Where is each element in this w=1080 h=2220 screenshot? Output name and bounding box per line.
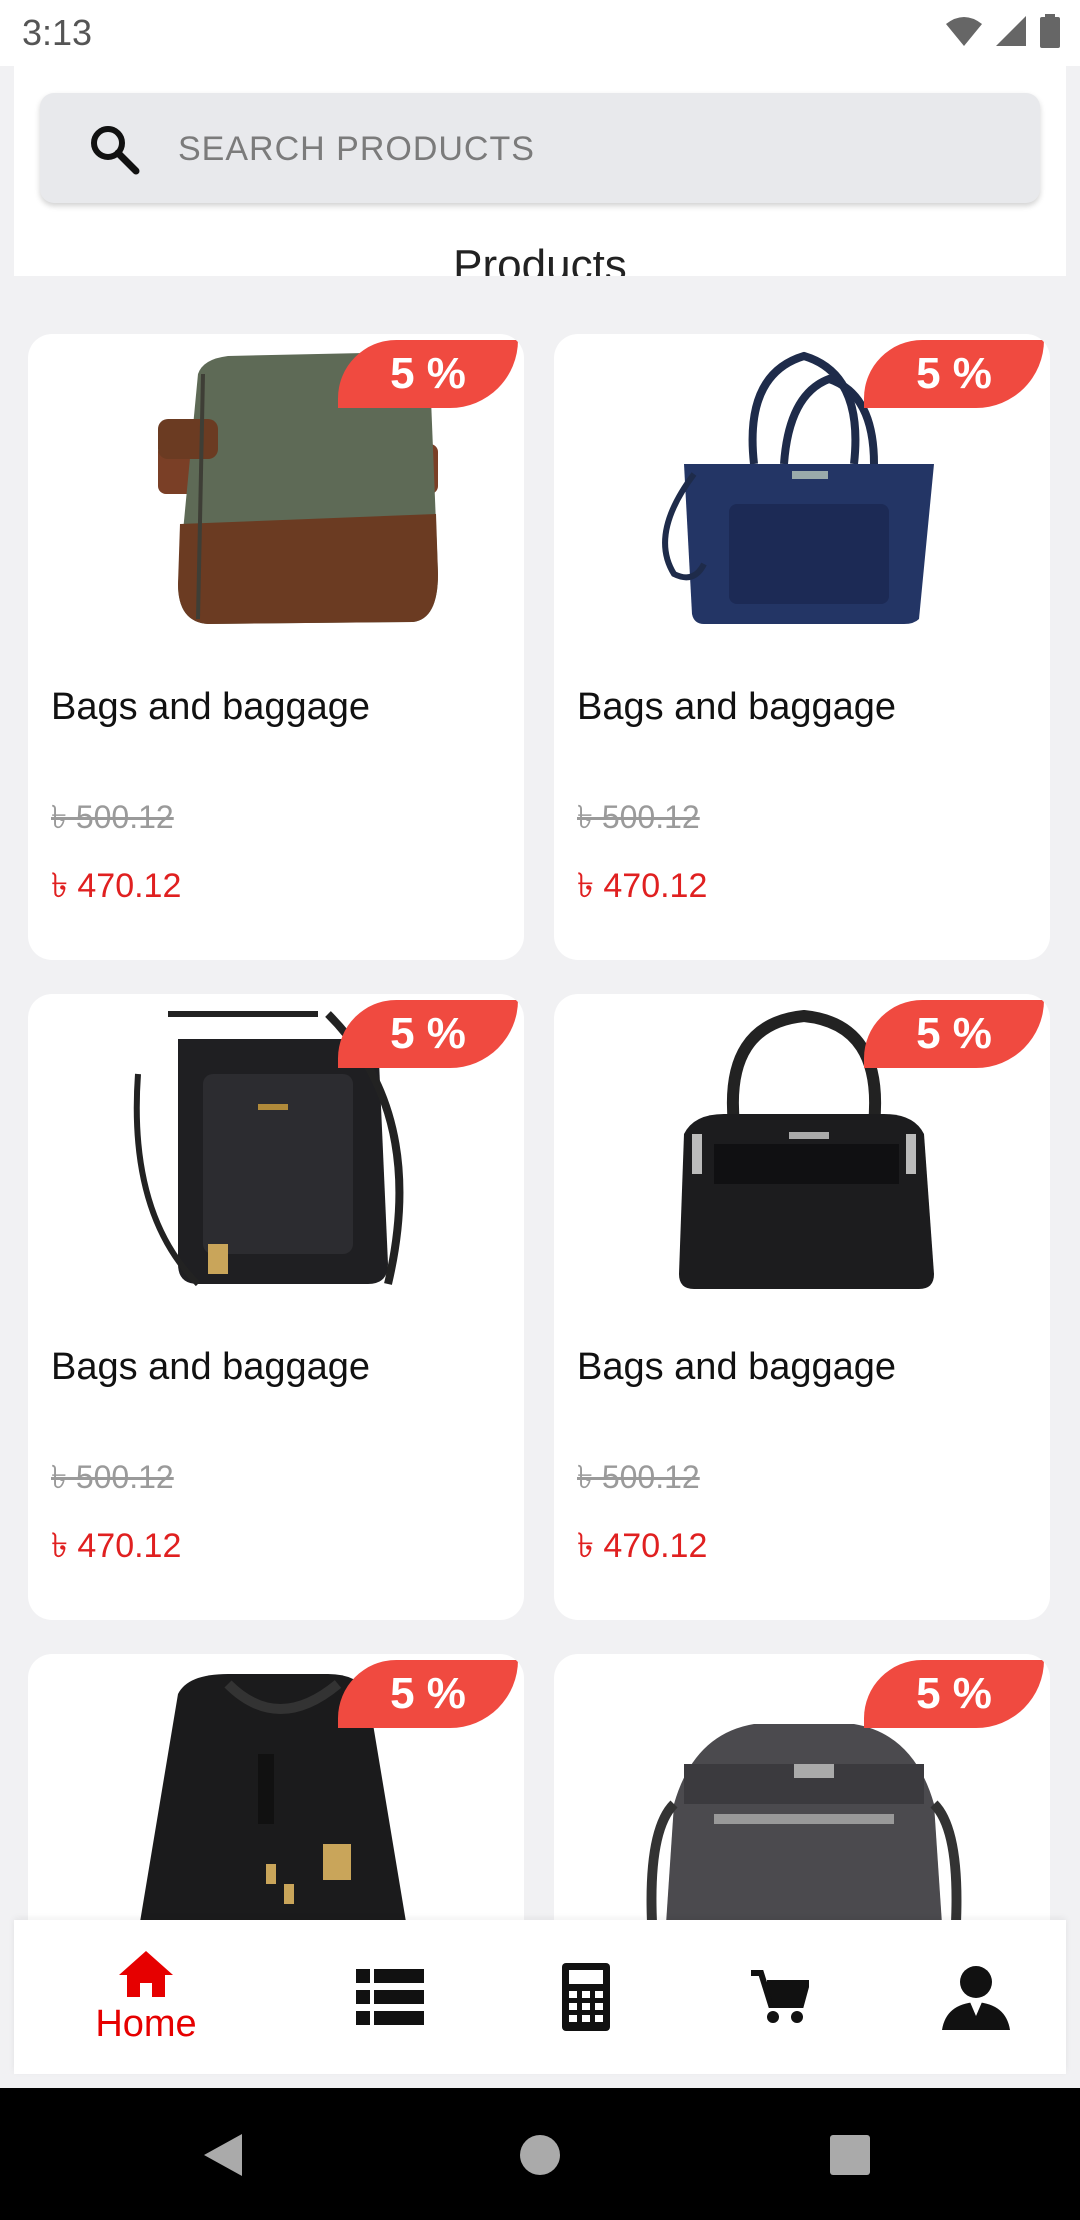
product-card[interactable]: 5 % Bags and baggage ৳ 500.12 ৳ 470.12 [554, 994, 1050, 1620]
product-name[interactable]: Bags and baggage [577, 686, 896, 729]
product-grid: 5 % Bags and baggage ৳ 500.12 ৳ 470.12 5… [28, 334, 1052, 1920]
cart-icon [751, 1970, 809, 2023]
page-title: Products [453, 244, 627, 276]
product-name[interactable]: Bags and baggage [51, 1346, 370, 1389]
search-input[interactable] [176, 93, 1000, 205]
product-image[interactable]: 5 % [554, 1654, 1050, 1920]
product-card[interactable]: 5 % [28, 1654, 524, 1920]
home-icon [119, 1950, 173, 1997]
calculator-icon [562, 1963, 610, 2031]
original-price: ৳ 500.12 [51, 799, 174, 835]
discounted-price: ৳ 470.12 [51, 1527, 182, 1565]
product-card[interactable]: 5 % Bags and baggage ৳ 500.12 ৳ 470.12 [28, 334, 524, 960]
nav-home[interactable]: Home [66, 1920, 226, 2074]
status-icons [946, 14, 1060, 48]
product-card[interactable]: 5 % Bags and baggage ৳ 500.12 ৳ 470.12 [554, 334, 1050, 960]
wifi-icon [946, 17, 982, 46]
product-image[interactable]: 5 % [28, 994, 524, 1324]
list-icon [356, 1969, 424, 2025]
search-icon[interactable] [88, 123, 140, 175]
system-nav-bar [0, 2088, 1080, 2220]
nav-calculator[interactable] [526, 1920, 646, 2074]
search-bar[interactable] [40, 93, 1040, 205]
product-image[interactable]: 5 % [28, 1654, 524, 1920]
nav-list[interactable] [330, 1920, 450, 2074]
status-time: 3:13 [22, 12, 93, 53]
product-image[interactable]: 5 % [554, 994, 1050, 1324]
nav-cart[interactable] [720, 1920, 840, 2074]
discounted-price: ৳ 470.12 [51, 867, 182, 905]
product-name[interactable]: Bags and baggage [577, 1346, 896, 1389]
discounted-price: ৳ 470.12 [577, 867, 708, 905]
product-image[interactable]: 5 % [28, 334, 524, 664]
profile-icon [942, 1966, 1010, 2030]
status-bar: 3:13 [0, 0, 1080, 66]
nav-profile[interactable] [916, 1920, 1036, 2074]
bottom-nav: Home [14, 1920, 1066, 2074]
original-price: ৳ 500.12 [577, 1459, 700, 1495]
product-card[interactable]: 5 % [554, 1654, 1050, 1920]
product-card[interactable]: 5 % Bags and baggage ৳ 500.12 ৳ 470.12 [28, 994, 524, 1620]
nav-home-label: Home [95, 2002, 197, 2045]
original-price: ৳ 500.12 [577, 799, 700, 835]
product-name[interactable]: Bags and baggage [51, 686, 370, 729]
recents-icon[interactable] [830, 2135, 870, 2175]
back-icon[interactable] [204, 2134, 244, 2176]
battery-icon [1040, 14, 1060, 48]
signal-icon [996, 16, 1026, 46]
product-image[interactable]: 5 % [554, 334, 1050, 664]
discounted-price: ৳ 470.12 [577, 1527, 708, 1565]
home-circle-icon[interactable] [519, 2134, 561, 2176]
original-price: ৳ 500.12 [51, 1459, 174, 1495]
